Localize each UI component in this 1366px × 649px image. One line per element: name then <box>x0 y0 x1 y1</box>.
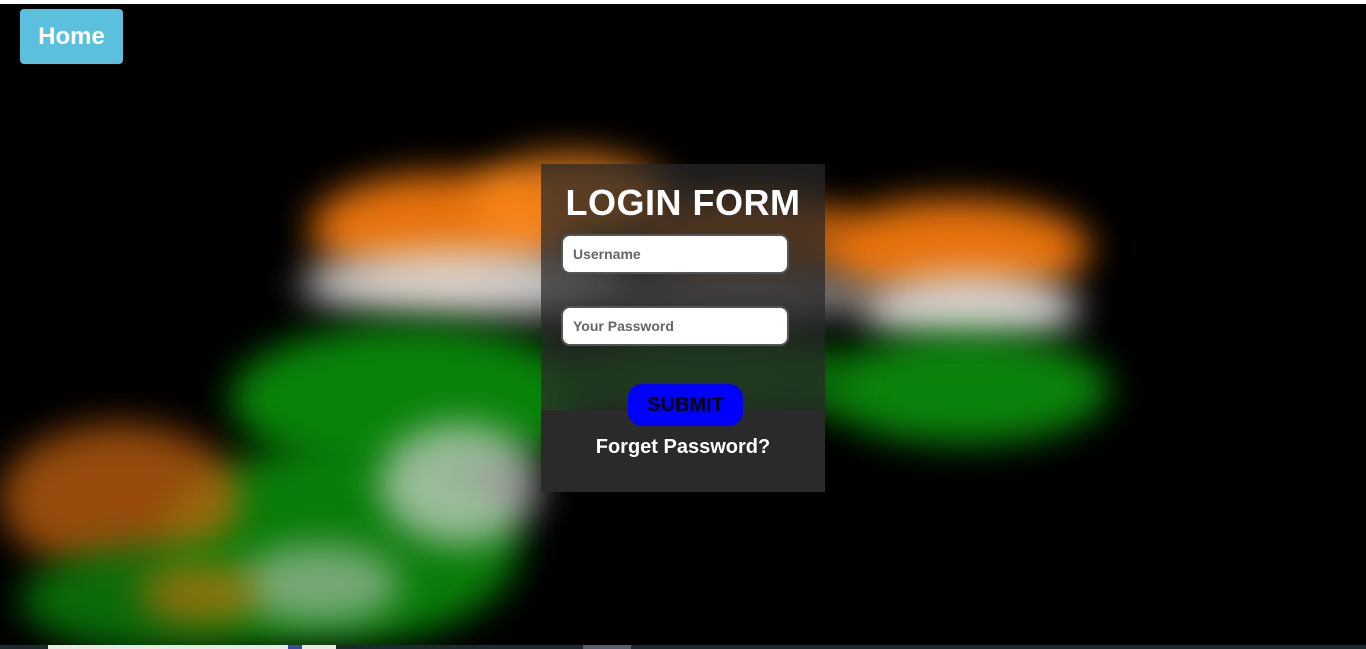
login-form-panel: LOGIN FORM SUBMIT Forget Password? <box>541 164 825 492</box>
submit-button[interactable]: SUBMIT <box>628 384 743 426</box>
login-form-title: LOGIN FORM <box>565 182 801 223</box>
password-input[interactable] <box>561 306 789 346</box>
bottom-taskbar-strip <box>0 645 1366 649</box>
forget-password-link[interactable]: Forget Password? <box>541 436 825 459</box>
home-button[interactable]: Home <box>20 9 123 64</box>
username-input[interactable] <box>561 234 789 274</box>
